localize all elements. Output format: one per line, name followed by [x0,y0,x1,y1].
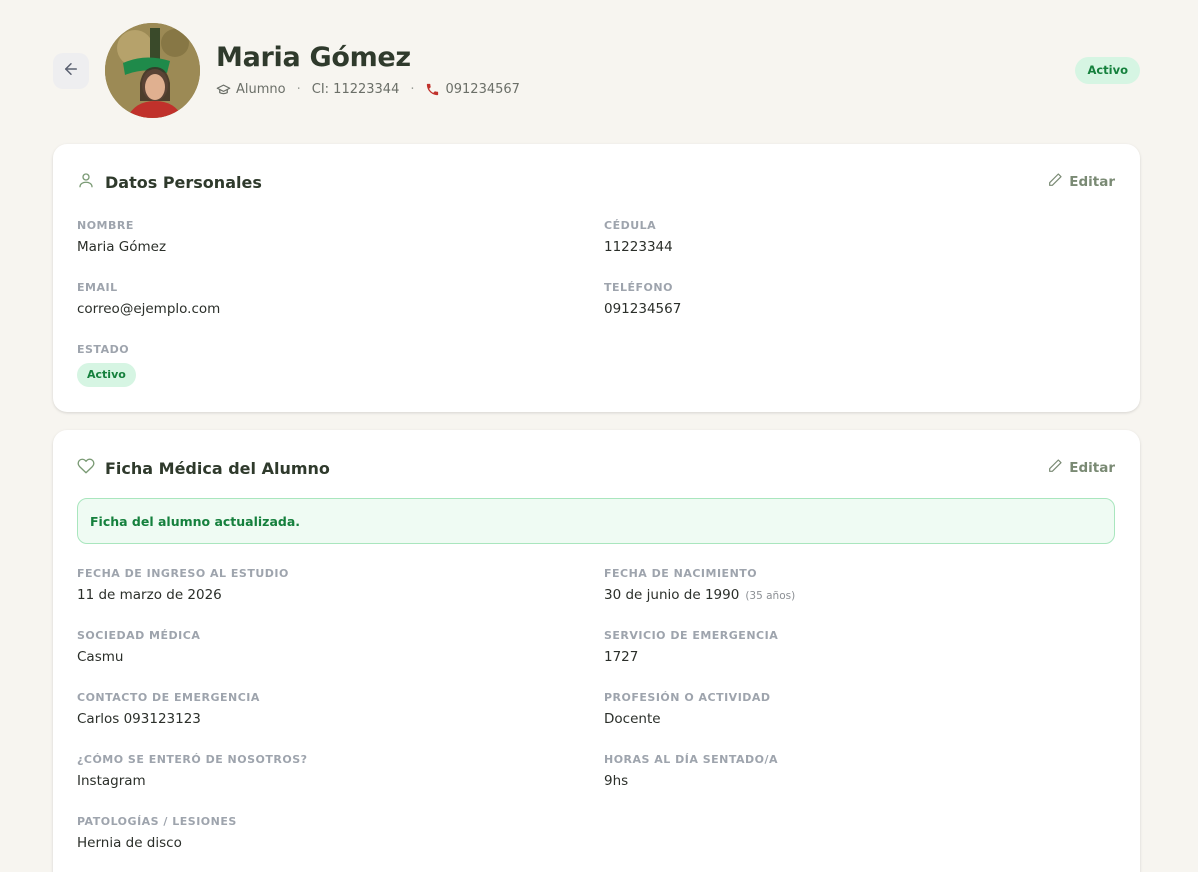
personal-data-card: Datos Personales Editar Nombre Maria Góm… [53,144,1140,412]
field-label: Horas al día sentado/a [604,753,779,766]
field-label: Email [77,281,118,294]
field-fecha-ingreso: Fecha de ingreso al estudio 11 de marzo … [77,567,289,603]
field-value: 11223344 [604,239,673,255]
medical-record-card: Ficha Médica del Alumno Editar Ficha del… [53,430,1140,872]
pencil-icon [1047,458,1063,478]
field-value: 11 de marzo de 2026 [77,587,222,603]
card-title-text: Ficha Médica del Alumno [105,458,330,478]
profile-role: Alumno [236,82,286,97]
field-value: 091234567 [604,301,682,317]
field-estado: Estado Activo [77,343,136,387]
edit-medical-button[interactable]: Editar [1047,458,1115,478]
field-value: Docente [604,711,661,727]
avatar [105,23,200,118]
user-icon [77,171,95,193]
personal-data-title: Datos Personales [77,171,262,193]
birthdate-value: 30 de junio de 1990 [604,587,740,603]
field-nombre: Nombre Maria Gómez [77,219,166,255]
field-label: Estado [77,343,130,356]
field-label: Fecha de nacimiento [604,567,758,580]
profile-ci: CI: 11223344 [311,82,400,97]
field-email: Email correo@ejemplo.com [77,281,220,317]
field-horas-sentado: Horas al día sentado/a 9hs [604,753,778,789]
field-value: 30 de junio de 1990 (35 años) [604,587,795,603]
status-badge: Activo [77,363,136,387]
age-text: (35 años) [745,590,796,602]
arrow-left-icon [62,60,80,82]
field-value: 9hs [604,773,629,789]
field-label: Teléfono [604,281,673,294]
field-label: Patologías / Lesiones [77,815,237,828]
status-badge: Activo [1075,57,1140,84]
field-label: Profesión o actividad [604,691,771,704]
pencil-icon [1047,172,1063,192]
graduation-cap-icon [216,82,231,97]
field-label: ¿Cómo se enteró de nosotros? [77,753,308,766]
edit-label: Editar [1069,460,1115,476]
field-fecha-nacimiento: Fecha de nacimiento 30 de junio de 1990 (… [604,567,795,603]
field-profesion: Profesión o actividad Docente [604,691,771,727]
meta-separator: · [410,82,415,97]
field-label: Fecha de ingreso al estudio [77,567,289,580]
field-label: Sociedad médica [77,629,201,642]
meta-separator: · [296,82,301,97]
field-patologias: Patologías / Lesiones Hernia de disco [77,815,237,851]
field-servicio-emergencia: Servicio de emergencia 1727 [604,629,778,665]
field-label: Contacto de emergencia [77,691,260,704]
card-title-text: Datos Personales [105,172,262,192]
edit-personal-button[interactable]: Editar [1047,172,1115,192]
field-value: Carlos 093123123 [77,711,201,727]
field-cedula: Cédula 11223344 [604,219,673,255]
field-value: correo@ejemplo.com [77,301,221,317]
field-value: Casmu [77,649,124,665]
profile-meta: Alumno · CI: 11223344 · 091234567 [216,82,520,97]
field-value: Instagram [77,773,146,789]
heart-icon [77,457,95,479]
medical-record-title: Ficha Médica del Alumno [77,457,330,479]
field-telefono: Teléfono 091234567 [604,281,681,317]
back-button[interactable] [53,53,89,89]
field-label: Cédula [604,219,657,232]
field-contacto-emergencia: Contacto de emergencia Carlos 093123123 [77,691,260,727]
field-label: Servicio de emergencia [604,629,779,642]
profile-name: Maria Gómez [216,42,411,73]
success-alert: Ficha del alumno actualizada. [77,498,1115,544]
edit-label: Editar [1069,174,1115,190]
field-sociedad-medica: Sociedad médica Casmu [77,629,200,665]
field-value: Maria Gómez [77,239,167,255]
field-value: 1727 [604,649,639,665]
profile-phone: 091234567 [445,82,520,97]
field-value: Hernia de disco [77,835,182,851]
phone-icon [425,82,440,97]
field-label: Nombre [77,219,134,232]
field-como-se-entero: ¿Cómo se enteró de nosotros? Instagram [77,753,308,789]
